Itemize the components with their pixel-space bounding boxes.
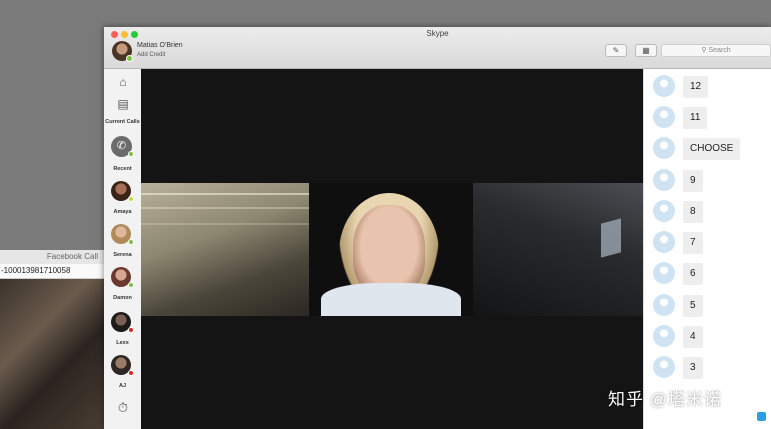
message-avatar bbox=[653, 231, 675, 253]
contact-name-damon[interactable]: Damon bbox=[104, 295, 141, 302]
user-name[interactable]: Matias O'Brien bbox=[137, 42, 183, 49]
clock-icon[interactable]: ⏱ bbox=[116, 400, 130, 416]
caller-shirt bbox=[321, 283, 461, 316]
video-tile-caller[interactable] bbox=[309, 183, 473, 316]
chat-message: 11 bbox=[683, 107, 708, 129]
search-input[interactable]: ⚲ Search bbox=[661, 44, 771, 57]
contact-status-damon bbox=[128, 282, 134, 288]
chat-message: 3 bbox=[683, 357, 703, 379]
room-monitor bbox=[601, 218, 621, 258]
video-tile-room[interactable] bbox=[473, 183, 643, 316]
chat-message: 7 bbox=[683, 232, 703, 254]
video-tile-subway[interactable] bbox=[141, 183, 309, 316]
contact-status-serena bbox=[128, 239, 134, 245]
chat-message: CHOOSE bbox=[683, 138, 741, 160]
current-calls-label[interactable]: Current Calls bbox=[104, 119, 141, 126]
chat-message: 12 bbox=[683, 76, 709, 98]
recent-status-dot bbox=[128, 151, 134, 157]
tile-light-stripe bbox=[141, 223, 309, 225]
message-avatar bbox=[653, 356, 675, 378]
chat-panel: 12 11 CHOOSE 9 8 7 6 5 4 3 bbox=[643, 69, 771, 429]
message-avatar bbox=[653, 262, 675, 284]
chat-message: 9 bbox=[683, 170, 703, 192]
facebook-call-title: Facebook Call bbox=[0, 250, 104, 264]
facebook-call-url[interactable]: -100013981710058 bbox=[0, 264, 104, 279]
new-message-button[interactable]: ✎ bbox=[605, 44, 627, 57]
watermark-text: 知乎 @塔米诺 bbox=[608, 390, 722, 409]
search-icon: ⚲ bbox=[701, 47, 707, 54]
message-avatar bbox=[653, 200, 675, 222]
new-message-icon: ✎ bbox=[612, 46, 620, 55]
window-title: Skype bbox=[426, 29, 449, 38]
skype-window: Skype Matias O'Brien Add Credit ✎ ▦ ⚲ Se… bbox=[104, 27, 771, 429]
title-bar: Skype Matias O'Brien Add Credit ✎ ▦ ⚲ Se… bbox=[104, 27, 771, 69]
dialpad-icon: ▦ bbox=[642, 46, 650, 55]
message-avatar bbox=[653, 325, 675, 347]
phone-icon: ✆ bbox=[116, 140, 127, 152]
message-avatar bbox=[653, 106, 675, 128]
sidebar: ⌂ ▤ Current Calls ✆ Recent Amaya Serena … bbox=[104, 69, 142, 429]
contacts-book-icon[interactable]: ▤ bbox=[116, 97, 130, 111]
video-call-area bbox=[141, 69, 643, 429]
contact-status-lexx bbox=[128, 327, 134, 333]
tile-light-stripe bbox=[141, 207, 309, 209]
contact-status-aj bbox=[128, 370, 134, 376]
recent-label: Recent bbox=[113, 166, 132, 172]
contact-name-amaya[interactable]: Amaya bbox=[104, 209, 141, 216]
skype-logo-icon bbox=[757, 412, 766, 421]
facebook-call-video bbox=[0, 279, 104, 429]
chat-message: 4 bbox=[683, 326, 703, 348]
chat-message: 5 bbox=[683, 295, 703, 317]
search-placeholder: Search bbox=[708, 47, 731, 54]
contact-name-lexx[interactable]: Lexx bbox=[104, 340, 141, 347]
contact-name-serena[interactable]: Serena bbox=[104, 252, 141, 259]
chat-message: 8 bbox=[683, 201, 703, 223]
dialpad-button[interactable]: ▦ bbox=[635, 44, 657, 57]
tile-light-stripe bbox=[141, 193, 309, 195]
contact-status-amaya bbox=[128, 196, 134, 202]
message-avatar bbox=[653, 75, 675, 97]
home-icon[interactable]: ⌂ bbox=[116, 75, 130, 89]
message-avatar bbox=[653, 169, 675, 191]
user-status-online bbox=[126, 55, 133, 62]
add-credit-link[interactable]: Add Credit bbox=[137, 52, 165, 58]
contact-name-aj[interactable]: AJ bbox=[104, 383, 141, 390]
facebook-call-window: Facebook Call -100013981710058 bbox=[0, 250, 104, 429]
message-avatar bbox=[653, 137, 675, 159]
chat-message: 6 bbox=[683, 263, 703, 285]
message-avatar bbox=[653, 294, 675, 316]
